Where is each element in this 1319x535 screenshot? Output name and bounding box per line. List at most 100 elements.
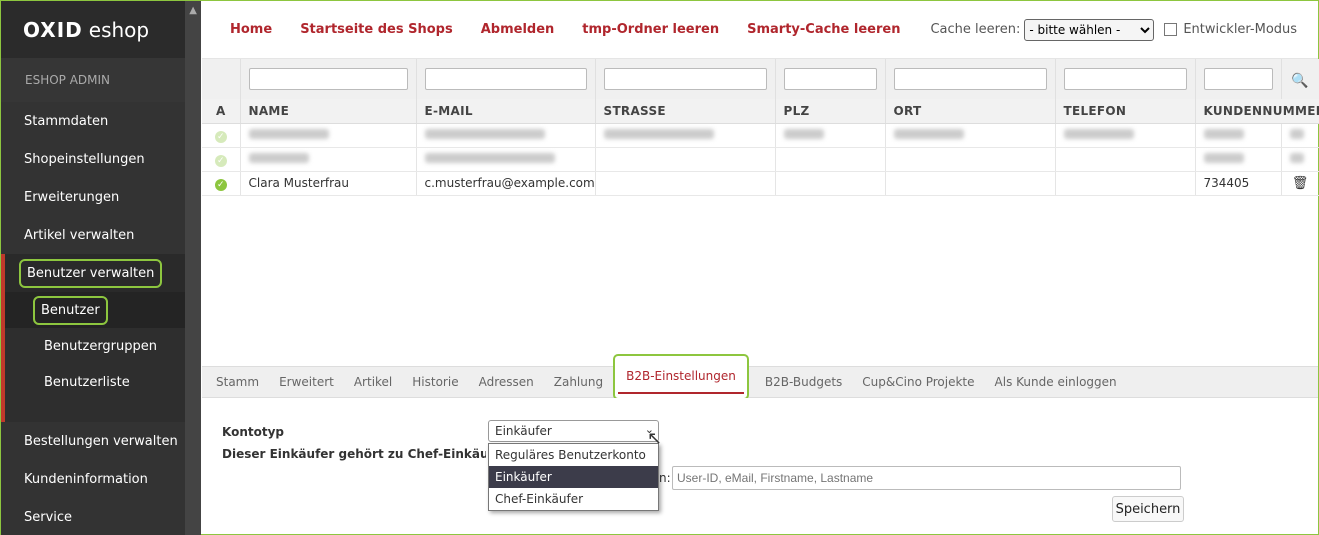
col-header-active[interactable]: A xyxy=(202,99,241,124)
cell-city xyxy=(885,147,1056,172)
cell-email xyxy=(416,147,596,172)
filter-cell-zip xyxy=(775,59,886,99)
tab-artikel[interactable]: Artikel xyxy=(354,375,392,389)
redacted-text xyxy=(783,129,824,139)
col-header-name[interactable]: NAME xyxy=(240,99,417,124)
scroll-up-icon[interactable]: ▲ xyxy=(189,5,197,16)
nav-link-home[interactable]: Home xyxy=(230,22,272,37)
filter-cell-search: 🔍 xyxy=(1281,59,1319,99)
cell-zip xyxy=(775,123,886,148)
redacted-text xyxy=(424,129,545,139)
filter-cell-email xyxy=(416,59,596,99)
kontotyp-dropdown: Reguläres Benutzerkonto Einkäufer Chef-E… xyxy=(488,443,659,511)
sidebar-scrollbar[interactable]: ▲ xyxy=(185,1,201,535)
devmode-toggle[interactable]: Entwickler-Modus xyxy=(1164,22,1297,37)
col-header-email[interactable]: E-MAIL xyxy=(416,99,596,124)
table-row-blurred[interactable]: ✓ xyxy=(202,123,1319,148)
nav-link-logout[interactable]: Abmelden xyxy=(481,22,555,37)
redacted-text xyxy=(1203,153,1244,163)
cell-zip xyxy=(775,171,886,196)
filter-city-input[interactable] xyxy=(893,68,1047,90)
table-row-blurred[interactable]: ✓ xyxy=(202,147,1319,172)
sidebar-item-kundeninformation[interactable]: Kundeninformation xyxy=(1,460,185,498)
devmode-checkbox[interactable] xyxy=(1164,23,1178,36)
check-icon: ✓ xyxy=(214,154,227,167)
detail-tabs: Stamm Erweitert Artikel Historie Adresse… xyxy=(202,354,1318,400)
filter-row: 🔍 xyxy=(202,59,1319,99)
col-header-phone[interactable]: TELEFON xyxy=(1055,99,1196,124)
search-icon[interactable]: 🔍 xyxy=(1291,73,1308,89)
sidebar-subgroup-benutzer: Benutzer Benutzergruppen Benutzerliste xyxy=(1,292,185,400)
chef-search-input[interactable] xyxy=(672,466,1181,490)
option-chef-einkaeufer[interactable]: Chef-Einkäufer xyxy=(489,488,658,510)
kontotyp-select[interactable]: Einkäufer ⌄ xyxy=(488,420,659,442)
cell-email[interactable]: c.musterfrau@example.com xyxy=(416,171,596,196)
sidebar-item-erweiterungen[interactable]: Erweiterungen xyxy=(1,178,185,216)
filter-cell-a xyxy=(202,59,241,99)
cache-control: Cache leeren: - bitte wählen - xyxy=(930,18,1155,41)
cell-street xyxy=(595,171,776,196)
trash-icon[interactable]: 🗑 xyxy=(1292,176,1309,191)
filter-number-input[interactable] xyxy=(1203,68,1273,90)
user-table: 🔍 A NAME E-MAIL STRASSE PLZ ORT TELEFON … xyxy=(202,59,1319,196)
sidebar-item-bestellungen[interactable]: Bestellungen verwalten xyxy=(1,422,185,460)
col-header-zip[interactable]: PLZ xyxy=(775,99,886,124)
redacted-text xyxy=(424,153,555,163)
filter-phone-input[interactable] xyxy=(1063,68,1187,90)
tab-als-kunde-einloggen[interactable]: Als Kunde einloggen xyxy=(995,375,1117,389)
option-regulaer[interactable]: Reguläres Benutzerkonto xyxy=(489,444,658,466)
filter-name-input[interactable] xyxy=(248,68,408,90)
option-einkaeufer[interactable]: Einkäufer xyxy=(489,466,658,488)
devmode-label: Entwickler-Modus xyxy=(1183,22,1298,37)
redacted-text xyxy=(1289,129,1304,139)
cell-active: ✓ xyxy=(202,123,241,148)
filter-zip-input[interactable] xyxy=(783,68,877,90)
user-list: 🔍 A NAME E-MAIL STRASSE PLZ ORT TELEFON … xyxy=(202,59,1319,366)
filter-email-input[interactable] xyxy=(424,68,587,90)
nav-link-smarty-clear[interactable]: Smarty-Cache leeren xyxy=(747,22,900,37)
sidebar-subitem-benutzer-label[interactable]: Benutzer xyxy=(33,295,108,325)
cell-number[interactable]: 734405 xyxy=(1195,171,1282,196)
cell-zip xyxy=(775,147,886,172)
save-button[interactable]: Speichern xyxy=(1112,496,1184,522)
table-row[interactable]: ✓ Clara Musterfrau c.musterfrau@example.… xyxy=(202,171,1319,196)
sidebar-item-benutzer-verwalten-label[interactable]: Benutzer verwalten xyxy=(19,258,163,288)
redacted-text xyxy=(603,129,714,139)
tab-b2b-einstellungen[interactable]: B2B-Einstellungen xyxy=(618,360,744,394)
tab-b2b-einstellungen-wrap[interactable]: B2B-Einstellungen xyxy=(613,354,749,400)
admin-label: ESHOP ADMIN xyxy=(1,58,185,102)
sidebar-item-artikel[interactable]: Artikel verwalten xyxy=(1,216,185,254)
sidebar-divider xyxy=(1,400,185,422)
nav-link-shop[interactable]: Startseite des Shops xyxy=(300,22,453,37)
tab-cupcino-projekte[interactable]: Cup&Cino Projekte xyxy=(862,375,974,389)
cache-select[interactable]: - bitte wählen - xyxy=(1024,18,1155,41)
cell-delete xyxy=(1281,123,1319,148)
tab-b2b-budgets[interactable]: B2B-Budgets xyxy=(765,375,842,389)
tab-zahlung[interactable]: Zahlung xyxy=(554,375,603,389)
tab-stamm[interactable]: Stamm xyxy=(216,375,259,389)
cell-number xyxy=(1195,123,1282,148)
sidebar-subitem-benutzer[interactable]: Benutzer xyxy=(5,292,185,328)
filter-cell-name xyxy=(240,59,417,99)
filter-street-input[interactable] xyxy=(603,68,767,90)
sidebar-item-stammdaten[interactable]: Stammdaten xyxy=(1,102,185,140)
sidebar-item-shopeinstellungen[interactable]: Shopeinstellungen xyxy=(1,140,185,178)
sidebar-item-benutzer-verwalten[interactable]: Benutzer verwalten xyxy=(1,254,185,292)
col-header-city[interactable]: ORT xyxy=(885,99,1056,124)
col-header-street[interactable]: STRASSE xyxy=(595,99,776,124)
tab-adressen[interactable]: Adressen xyxy=(479,375,534,389)
nav-link-tmp-clear[interactable]: tmp-Ordner leeren xyxy=(582,22,719,37)
tab-historie[interactable]: Historie xyxy=(412,375,458,389)
redacted-text xyxy=(1289,153,1304,163)
filter-cell-number xyxy=(1195,59,1282,99)
sidebar-subitem-benutzerliste[interactable]: Benutzerliste xyxy=(5,364,185,400)
cell-city xyxy=(885,171,1056,196)
col-header-number[interactable]: KUNDENNUMMER xyxy=(1195,99,1319,124)
cell-street xyxy=(595,147,776,172)
sidebar-item-service[interactable]: Service xyxy=(1,498,185,535)
redacted-text xyxy=(893,129,964,139)
sidebar-subitem-benutzergruppen[interactable]: Benutzergruppen xyxy=(5,328,185,364)
tab-erweitert[interactable]: Erweitert xyxy=(279,375,334,389)
cell-name[interactable]: Clara Musterfrau xyxy=(240,171,417,196)
cell-phone xyxy=(1055,147,1196,172)
